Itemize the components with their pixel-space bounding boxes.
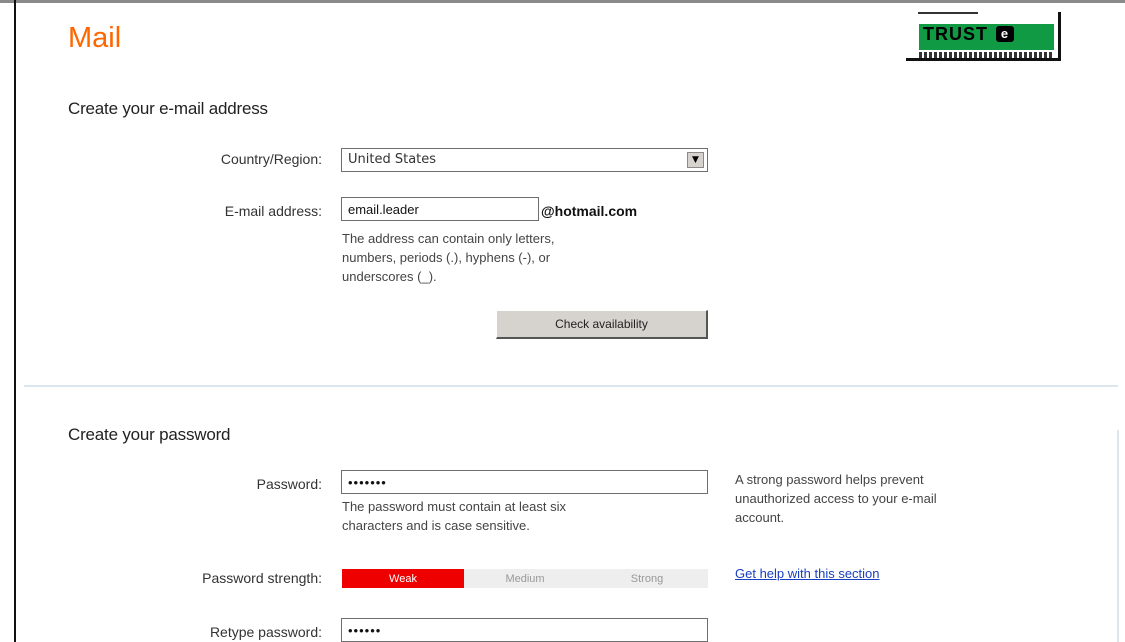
check-availability-button[interactable]: Check availability [496, 310, 708, 339]
side-note-line: A strong password helps prevent [735, 472, 924, 487]
password-section-heading: Create your password [68, 425, 231, 444]
email-hint-line: numbers, periods (.), hyphens (-), or [342, 250, 551, 265]
email-hint-line: underscores (_). [342, 269, 437, 284]
country-label: Country/Region: [220, 151, 322, 167]
side-note-line: unauthorized access to your e-mail [735, 491, 937, 506]
trust-e-icon: e [996, 26, 1014, 42]
strength-medium: Medium [464, 569, 586, 588]
email-section-heading: Create your e-mail address [68, 99, 268, 118]
email-hint: The address can contain only letters, nu… [342, 229, 662, 286]
password-input[interactable] [341, 470, 708, 494]
password-label: Password: [256, 476, 322, 492]
trust-top-line [918, 12, 978, 14]
side-note-line: account. [735, 510, 785, 525]
password-hint-line: The password must contain at least six [342, 499, 566, 514]
password-strength-meter: Weak Medium Strong [342, 569, 708, 588]
country-select-value: United States [348, 152, 437, 167]
right-border [1117, 430, 1119, 642]
strength-strong: Strong [586, 569, 708, 588]
retype-password-input[interactable] [341, 618, 708, 642]
strength-label: Password strength: [202, 570, 322, 586]
strength-weak: Weak [342, 569, 464, 588]
trust-logo: TRUST e [919, 24, 1054, 50]
left-border [14, 0, 16, 642]
section-divider [24, 385, 1118, 387]
email-label: E-mail address: [224, 203, 322, 219]
email-input[interactable] [341, 197, 539, 221]
password-hint: The password must contain at least six c… [342, 497, 702, 535]
email-domain: @hotmail.com [541, 203, 638, 219]
trust-strip [919, 52, 1054, 58]
retype-label: Retype password: [209, 624, 322, 640]
help-link[interactable]: Get help with this section [735, 566, 880, 581]
trust-logo-text: TRUST [923, 24, 988, 44]
country-select[interactable]: United States ▼ [341, 148, 708, 172]
password-side-note: A strong password helps prevent unauthor… [735, 470, 1045, 527]
app-title: Mail [68, 22, 122, 54]
password-hint-line: characters and is case sensitive. [342, 518, 530, 533]
window-top-border [0, 0, 1125, 10]
email-hint-line: The address can contain only letters, [342, 231, 555, 246]
chevron-down-icon[interactable]: ▼ [687, 152, 704, 168]
trust-badge: TRUST e [906, 12, 1061, 61]
